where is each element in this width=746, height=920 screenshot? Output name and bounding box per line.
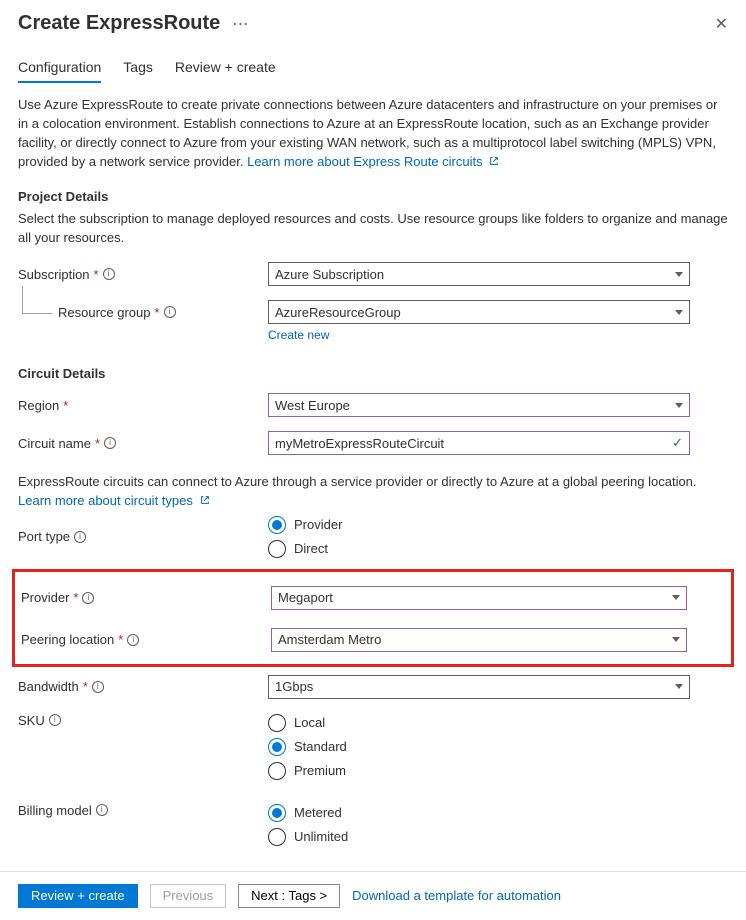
provider-label: Provider (21, 590, 69, 605)
circuit-name-value: myMetroExpressRouteCircuit (275, 436, 444, 451)
resource-group-label: Resource group (58, 305, 151, 320)
port-provider-label: Provider (294, 517, 342, 532)
chevron-down-icon (672, 595, 680, 600)
port-direct-label: Direct (294, 541, 328, 556)
billing-metered-radio[interactable] (268, 804, 286, 822)
peering-location-label: Peering location (21, 632, 114, 647)
peering-value: Amsterdam Metro (278, 632, 381, 647)
check-icon: ✓ (672, 435, 683, 451)
circuit-name-label: Circuit name (18, 436, 91, 451)
info-icon[interactable]: i (103, 268, 115, 280)
circuit-name-input[interactable]: myMetroExpressRouteCircuit ✓ (268, 431, 690, 455)
project-details-heading: Project Details (18, 189, 728, 204)
page-title: Create ExpressRoute (18, 12, 220, 35)
external-link-icon (489, 156, 499, 166)
external-link-icon (200, 495, 210, 505)
tab-configuration[interactable]: Configuration (18, 59, 101, 83)
circuit-desc: ExpressRoute circuits can connect to Azu… (18, 474, 697, 489)
chevron-down-icon (672, 637, 680, 642)
subscription-value: Azure Subscription (275, 267, 384, 282)
intro-learn-more-link[interactable]: Learn more about Express Route circuits (247, 154, 499, 169)
provider-value: Megaport (278, 590, 333, 605)
info-icon[interactable]: i (127, 634, 139, 646)
project-details-desc: Select the subscription to manage deploy… (18, 210, 728, 248)
sku-standard-label: Standard (294, 739, 347, 754)
bandwidth-value: 1Gbps (275, 679, 313, 694)
circuit-types-link[interactable]: Learn more about circuit types (18, 493, 210, 508)
region-select[interactable]: West Europe (268, 393, 690, 417)
bandwidth-label: Bandwidth (18, 679, 79, 694)
sku-local-label: Local (294, 715, 325, 730)
region-value: West Europe (275, 398, 350, 413)
peering-location-select[interactable]: Amsterdam Metro (271, 628, 687, 652)
info-icon[interactable]: i (164, 306, 176, 318)
provider-select[interactable]: Megaport (271, 586, 687, 610)
intro-link-text: Learn more about Express Route circuits (247, 154, 483, 169)
required-marker: * (63, 398, 68, 413)
tab-tags[interactable]: Tags (123, 59, 153, 83)
next-tags-button[interactable]: Next : Tags > (238, 884, 340, 908)
required-marker: * (118, 632, 123, 647)
billing-metered-label: Metered (294, 805, 342, 820)
circuit-types-link-text: Learn more about circuit types (18, 493, 193, 508)
circuit-details-heading: Circuit Details (18, 366, 728, 381)
resource-group-value: AzureResourceGroup (275, 305, 401, 320)
required-marker: * (94, 267, 99, 282)
info-icon[interactable]: i (49, 714, 61, 726)
billing-unlimited-radio[interactable] (268, 828, 286, 846)
intro-text: Use Azure ExpressRoute to create private… (18, 96, 728, 171)
tree-connector (22, 286, 52, 314)
chevron-down-icon (675, 310, 683, 315)
download-template-link[interactable]: Download a template for automation (352, 888, 561, 903)
required-marker: * (155, 305, 160, 320)
info-icon[interactable]: i (82, 592, 94, 604)
port-type-label: Port type (18, 529, 70, 544)
tab-bar: Configuration Tags Review + create (18, 59, 728, 84)
close-icon[interactable]: ✕ (715, 14, 728, 34)
subscription-label: Subscription (18, 267, 90, 282)
billing-model-label: Billing model (18, 803, 92, 818)
required-marker: * (73, 590, 78, 605)
sku-standard-radio[interactable] (268, 738, 286, 756)
highlight-region: Provider * i Megaport Peering location *… (12, 569, 734, 667)
footer-bar: Review + create Previous Next : Tags > D… (0, 871, 746, 920)
info-icon[interactable]: i (74, 531, 86, 543)
billing-unlimited-label: Unlimited (294, 829, 348, 844)
subscription-select[interactable]: Azure Subscription (268, 262, 690, 286)
tab-review[interactable]: Review + create (175, 59, 276, 83)
sku-premium-radio[interactable] (268, 762, 286, 780)
required-marker: * (83, 679, 88, 694)
chevron-down-icon (675, 403, 683, 408)
chevron-down-icon (675, 684, 683, 689)
port-provider-radio[interactable] (268, 516, 286, 534)
more-icon[interactable]: ⋯ (232, 14, 248, 34)
bandwidth-select[interactable]: 1Gbps (268, 675, 690, 699)
sku-label: SKU (18, 713, 45, 728)
info-icon[interactable]: i (96, 804, 108, 816)
chevron-down-icon (675, 272, 683, 277)
resource-group-select[interactable]: AzureResourceGroup (268, 300, 690, 324)
previous-button[interactable]: Previous (150, 884, 227, 908)
region-label: Region (18, 398, 59, 413)
sku-local-radio[interactable] (268, 714, 286, 732)
port-direct-radio[interactable] (268, 540, 286, 558)
info-icon[interactable]: i (104, 437, 116, 449)
info-icon[interactable]: i (92, 681, 104, 693)
required-marker: * (95, 436, 100, 451)
review-create-button[interactable]: Review + create (18, 884, 138, 908)
sku-premium-label: Premium (294, 763, 346, 778)
create-new-rg-link[interactable]: Create new (268, 328, 329, 342)
